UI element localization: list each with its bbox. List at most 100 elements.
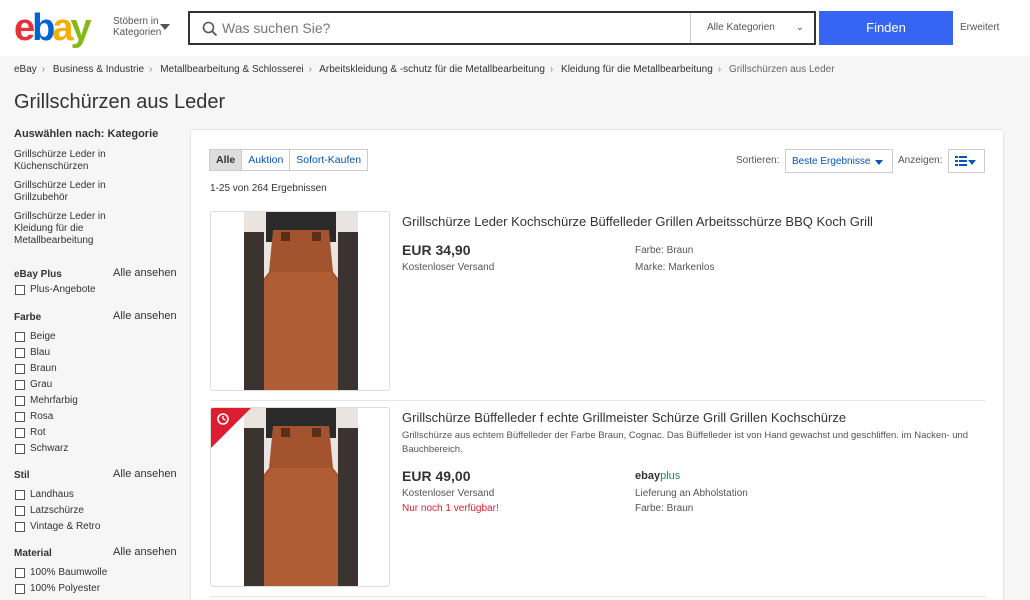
filter-option-label: 100% Baumwolle xyxy=(30,567,108,578)
filter-option-label: 100% Polyester xyxy=(30,583,101,594)
clock-ribbon-icon xyxy=(211,408,251,448)
category-link[interactable]: Grillschürze Leder in Küchenschürzen xyxy=(14,149,114,173)
checkbox[interactable] xyxy=(15,428,25,438)
checkbox[interactable] xyxy=(15,444,25,454)
advanced-search-link[interactable]: Erweitert xyxy=(960,22,999,33)
filter-group-title: Material xyxy=(14,548,52,559)
breadcrumb-item[interactable]: eBay xyxy=(14,64,37,75)
item-title[interactable]: Grillschürze Büffelleder f echte Grillme… xyxy=(402,410,846,425)
view-label: Anzeigen: xyxy=(898,155,943,166)
filter-option[interactable]: Braun xyxy=(14,363,184,379)
item-divider xyxy=(210,400,986,401)
search-input[interactable] xyxy=(222,17,682,39)
filter-group-style: Stil Alle ansehen xyxy=(14,468,184,484)
filter-option[interactable]: Schwarz xyxy=(14,443,184,459)
item-title[interactable]: Grillschürze Leder Kochschürze Büffelled… xyxy=(402,214,873,229)
header: ebay Stöbern in Kategorien Alle Kategori… xyxy=(0,0,1030,56)
tab-buy-now[interactable]: Sofort-Kaufen xyxy=(289,149,369,171)
see-all-link[interactable]: Alle ansehen xyxy=(113,468,177,480)
item-price: EUR 49,00 xyxy=(402,468,471,484)
find-button[interactable]: Finden xyxy=(819,11,953,45)
filter-option[interactable]: Beige xyxy=(14,331,184,347)
shop-by-category-button[interactable]: Stöbern in Kategorien xyxy=(113,16,170,38)
filter-option[interactable]: 100% Polyester xyxy=(14,583,184,599)
sort-select[interactable]: Beste Ergebnisse xyxy=(785,149,893,173)
filter-option[interactable]: Vintage & Retro xyxy=(14,521,184,537)
checkbox[interactable] xyxy=(15,522,25,532)
breadcrumb: eBay › Business & Industrie › Metallbearbe… xyxy=(14,64,835,75)
item-shipping: Kostenloser Versand xyxy=(402,262,495,273)
sort-select-value: Beste Ergebnisse xyxy=(792,156,871,167)
filter-option[interactable]: Latzschürze xyxy=(14,505,184,521)
category-link[interactable]: Grillschürze Leder in Grillzubehör xyxy=(14,180,114,204)
item-attribute: Marke: Markenlos xyxy=(635,262,715,273)
item-price: EUR 34,90 xyxy=(402,242,471,258)
search-icon xyxy=(202,21,218,37)
breadcrumb-separator: › xyxy=(717,64,722,75)
shop-by-label: Stöbern in Kategorien xyxy=(113,16,162,38)
breadcrumb-item[interactable]: Business & Industrie xyxy=(53,64,144,75)
filter-group-color: Farbe Alle ansehen xyxy=(14,310,184,326)
filter-option[interactable]: Rosa xyxy=(14,411,184,427)
checkbox[interactable] xyxy=(15,364,25,374)
category-select[interactable]: Alle Kategorien ⌄ xyxy=(690,13,816,43)
filter-group-ebay-plus: eBay Plus Alle ansehen xyxy=(14,267,184,283)
filter-option[interactable]: Landhaus xyxy=(14,489,184,505)
list-item: Grillschürze Büffelleder f echte Grillme… xyxy=(210,407,986,588)
category-link[interactable]: Grillschürze Leder in Kleidung für die M… xyxy=(14,211,134,247)
checkbox[interactable] xyxy=(15,506,25,516)
checkbox[interactable] xyxy=(15,568,25,578)
checkbox[interactable] xyxy=(15,380,25,390)
item-divider xyxy=(210,596,986,597)
item-image[interactable] xyxy=(210,211,390,391)
filter-group-title: eBay Plus xyxy=(14,269,62,280)
chevron-down-icon: ⌄ xyxy=(795,22,804,33)
ebay-logo[interactable]: ebay xyxy=(14,7,109,49)
see-all-link[interactable]: Alle ansehen xyxy=(113,310,177,322)
filter-group-title: Stil xyxy=(14,470,30,481)
filter-option[interactable]: Grau xyxy=(14,379,184,395)
filter-option[interactable]: Rot xyxy=(14,427,184,443)
see-all-link[interactable]: Alle ansehen xyxy=(113,267,177,279)
filter-option-label: Landhaus xyxy=(30,489,74,500)
list-view-icon xyxy=(955,156,967,166)
filter-option-label: Schwarz xyxy=(30,443,69,454)
checkbox[interactable] xyxy=(15,348,25,358)
tab-all[interactable]: Alle xyxy=(209,149,243,171)
view-toggle-button[interactable] xyxy=(948,149,985,173)
filter-option[interactable]: Mehrfarbig xyxy=(14,395,184,411)
breadcrumb-item[interactable]: Metallbearbeitung & Schlosserei xyxy=(160,64,303,75)
filter-option[interactable]: Plus-Angebote xyxy=(14,284,184,300)
item-availability: Nur noch 1 verfügbar! xyxy=(402,503,499,514)
checkbox[interactable] xyxy=(15,396,25,406)
filter-option-label: Blau xyxy=(30,347,51,358)
checkbox[interactable] xyxy=(15,332,25,342)
category-select-value: Alle Kategorien xyxy=(707,22,775,33)
tab-auction[interactable]: Auktion xyxy=(241,149,291,171)
breadcrumb-current: Grillschürzen aus Leder xyxy=(728,64,835,75)
checkbox[interactable] xyxy=(15,490,25,500)
filter-option-label: Vintage & Retro xyxy=(30,521,101,532)
checkbox[interactable] xyxy=(15,285,25,295)
filter-group-title: Farbe xyxy=(14,312,42,323)
filter-sidebar: Auswählen nach: Kategorie Grillschürze L… xyxy=(14,128,184,599)
breadcrumb-item[interactable]: Arbeitskleidung & -schutz für die Metall… xyxy=(319,64,545,75)
checkbox[interactable] xyxy=(15,412,25,422)
item-description: Grillschürze aus echtem Büffelleder der … xyxy=(402,430,969,455)
logo-letter: b xyxy=(32,8,54,48)
logo-letter: y xyxy=(71,8,92,48)
breadcrumb-item[interactable]: Kleidung für die Metallbearbeitung xyxy=(561,64,713,75)
filter-option-label: Mehrfarbig xyxy=(30,395,78,406)
breadcrumb-separator: › xyxy=(41,64,46,75)
item-image[interactable] xyxy=(210,407,390,587)
filter-option[interactable]: 100% Baumwolle xyxy=(14,567,184,583)
results-panel: Alle Auktion Sofort-Kaufen Sortieren: Be… xyxy=(190,129,1004,600)
filter-option-label: Rot xyxy=(30,427,46,438)
checkbox[interactable] xyxy=(15,584,25,594)
see-all-link[interactable]: Alle ansehen xyxy=(113,546,177,558)
caret-down-icon xyxy=(160,24,170,30)
item-attribute: Farbe: Braun xyxy=(635,245,694,256)
item-attribute: Lieferung an Abholstation xyxy=(635,488,748,499)
item-shipping: Kostenloser Versand xyxy=(402,488,495,499)
filter-option[interactable]: Blau xyxy=(14,347,184,363)
